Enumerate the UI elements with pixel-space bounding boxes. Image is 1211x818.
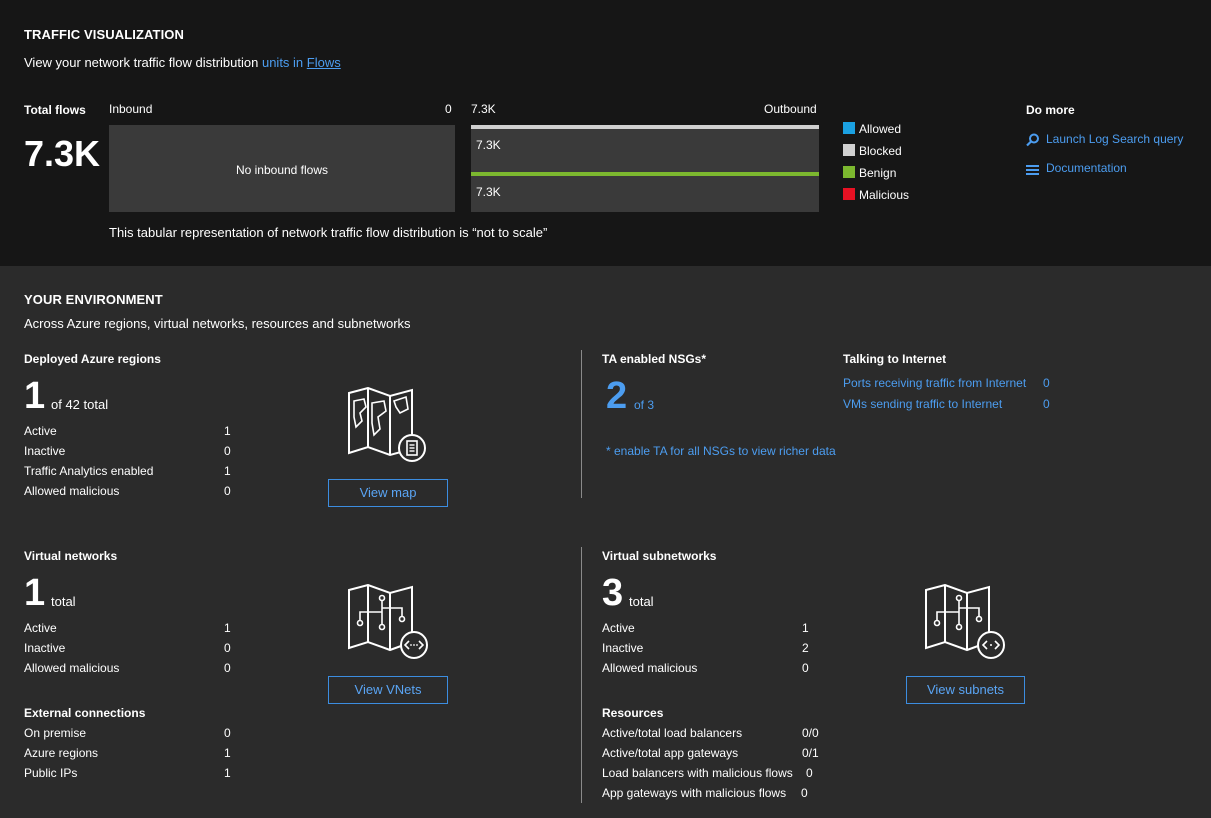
environment-subtitle: Across Azure regions, virtual networks, … bbox=[24, 316, 411, 331]
world-map-icon bbox=[348, 387, 426, 462]
view-map-button[interactable]: View map bbox=[328, 479, 448, 507]
ports-receiving-link[interactable]: Ports receiving traffic from Internet bbox=[843, 376, 1026, 390]
view-subnets-button[interactable]: View subnets bbox=[906, 676, 1025, 704]
resources-appgw-malicious-value: 0 bbox=[801, 786, 808, 800]
resources-lb-malicious-value: 0 bbox=[806, 766, 813, 780]
regions-inactive-value: 0 bbox=[224, 444, 231, 458]
traffic-visualization-section: TRAFFIC VISUALIZATION View your network … bbox=[0, 0, 1211, 266]
inbound-value: 0 bbox=[445, 102, 452, 116]
external-publicips-value: 1 bbox=[224, 766, 231, 780]
legend-malicious: Malicious bbox=[859, 188, 910, 202]
documentation-label: Documentation bbox=[1046, 161, 1127, 175]
search-icon bbox=[1026, 133, 1039, 147]
traffic-subtitle-units: units in bbox=[261, 55, 304, 70]
vnets-active-label: Active bbox=[24, 621, 57, 635]
vnets-inactive-value: 0 bbox=[224, 641, 231, 655]
resources-lb-label: Active/total load balancers bbox=[602, 726, 743, 740]
environment-section: YOUR ENVIRONMENT Across Azure regions, v… bbox=[0, 266, 1211, 818]
regions-malicious-value: 0 bbox=[224, 484, 231, 498]
resources-lb-malicious-label: Load balancers with malicious flows bbox=[602, 766, 793, 780]
benign-bar bbox=[471, 172, 819, 176]
vnets-count-suffix: total bbox=[51, 594, 76, 609]
divider-bottom bbox=[581, 547, 582, 803]
subnets-active-label: Active bbox=[602, 621, 635, 635]
divider-top bbox=[581, 350, 582, 498]
subnets-inactive-value: 2 bbox=[802, 641, 809, 655]
vnets-title: Virtual networks bbox=[24, 549, 118, 563]
outbound-label: Outbound bbox=[764, 102, 817, 116]
external-title: External connections bbox=[24, 706, 146, 720]
regions-active-value: 1 bbox=[224, 424, 231, 438]
regions-malicious-label: Allowed malicious bbox=[24, 484, 120, 498]
flows-link[interactable]: Flows bbox=[307, 55, 341, 70]
resources-appgw-label: Active/total app gateways bbox=[602, 746, 739, 760]
external-regions-label: Azure regions bbox=[24, 746, 99, 760]
vnets-inactive-label: Inactive bbox=[24, 641, 66, 655]
regions-count: 1 bbox=[24, 375, 46, 417]
legend-swatch-allowed bbox=[843, 122, 855, 134]
external-regions-value: 1 bbox=[224, 746, 231, 760]
legend-benign: Benign bbox=[859, 166, 897, 180]
traffic-subtitle: View your network traffic flow distribut… bbox=[24, 55, 341, 70]
total-flows-value: 7.3K bbox=[24, 133, 101, 174]
traffic-title: TRAFFIC VISUALIZATION bbox=[24, 27, 185, 42]
vnets-count: 1 bbox=[24, 572, 46, 614]
nsgs-title: TA enabled NSGs* bbox=[602, 352, 707, 366]
nsgs-count: 2 bbox=[606, 375, 628, 417]
legend-swatch-blocked bbox=[843, 144, 855, 156]
vnets-malicious-label: Allowed malicious bbox=[24, 661, 120, 675]
resources-appgw-value: 0/1 bbox=[802, 746, 819, 760]
blocked-bar bbox=[471, 125, 819, 129]
legend-swatch-malicious bbox=[843, 188, 855, 200]
external-publicips-label: Public IPs bbox=[24, 766, 78, 780]
do-more-title: Do more bbox=[1026, 103, 1075, 117]
inbound-panel: No inbound flows bbox=[109, 125, 455, 212]
vnets-malicious-value: 0 bbox=[224, 661, 231, 675]
legend-blocked: Blocked bbox=[859, 144, 902, 158]
resources-title: Resources bbox=[602, 706, 664, 720]
resources-appgw-malicious-label: App gateways with malicious flows bbox=[602, 786, 787, 800]
nsgs-count-suffix: of 3 bbox=[634, 398, 655, 412]
subnets-active-value: 1 bbox=[802, 621, 809, 635]
external-onprem-label: On premise bbox=[24, 726, 87, 740]
subnets-malicious-value: 0 bbox=[802, 661, 809, 675]
subnets-malicious-label: Allowed malicious bbox=[602, 661, 698, 675]
enable-ta-note[interactable]: * enable TA for all NSGs to view richer … bbox=[606, 444, 836, 458]
regions-inactive-label: Inactive bbox=[24, 444, 66, 458]
launch-log-search-label: Launch Log Search query bbox=[1046, 132, 1184, 146]
regions-count-suffix: of 42 total bbox=[51, 397, 109, 412]
legend-allowed: Allowed bbox=[859, 122, 902, 136]
external-onprem-value: 0 bbox=[224, 726, 231, 740]
legend-swatch-benign bbox=[843, 166, 855, 178]
subnets-title: Virtual subnetworks bbox=[602, 549, 717, 563]
ports-receiving-value[interactable]: 0 bbox=[1043, 376, 1050, 390]
subnets-inactive-label: Inactive bbox=[602, 641, 644, 655]
regions-ta-enabled-value: 1 bbox=[224, 464, 231, 478]
not-to-scale-note: This tabular representation of network t… bbox=[109, 225, 548, 240]
resources-lb-value: 0/0 bbox=[802, 726, 819, 740]
internet-title: Talking to Internet bbox=[843, 352, 947, 366]
outbound-row1-value: 7.3K bbox=[476, 138, 501, 152]
subnet-map-icon bbox=[925, 584, 1005, 659]
view-vnets-button[interactable]: View VNets bbox=[328, 676, 448, 704]
subnets-count-suffix: total bbox=[629, 594, 654, 609]
vms-sending-link[interactable]: VMs sending traffic to Internet bbox=[843, 397, 1002, 411]
network-map-icon bbox=[348, 584, 428, 659]
outbound-panel: 7.3K 7.3K bbox=[471, 125, 819, 212]
outbound-row2-value: 7.3K bbox=[476, 185, 501, 199]
outbound-total-value: 7.3K bbox=[471, 102, 496, 116]
environment-title: YOUR ENVIRONMENT bbox=[24, 292, 163, 307]
subnets-count: 3 bbox=[602, 572, 624, 614]
traffic-subtitle-text: View your network traffic flow distribut… bbox=[24, 55, 259, 70]
total-flows-label: Total flows bbox=[24, 103, 86, 117]
regions-active-label: Active bbox=[24, 424, 57, 438]
inbound-label: Inbound bbox=[109, 102, 153, 116]
no-inbound-text: No inbound flows bbox=[235, 163, 329, 177]
regions-ta-enabled-label: Traffic Analytics enabled bbox=[24, 464, 154, 478]
vms-sending-value[interactable]: 0 bbox=[1043, 397, 1050, 411]
vnets-active-value: 1 bbox=[224, 621, 231, 635]
documentation-icon bbox=[1026, 165, 1039, 175]
regions-title: Deployed Azure regions bbox=[24, 352, 161, 366]
